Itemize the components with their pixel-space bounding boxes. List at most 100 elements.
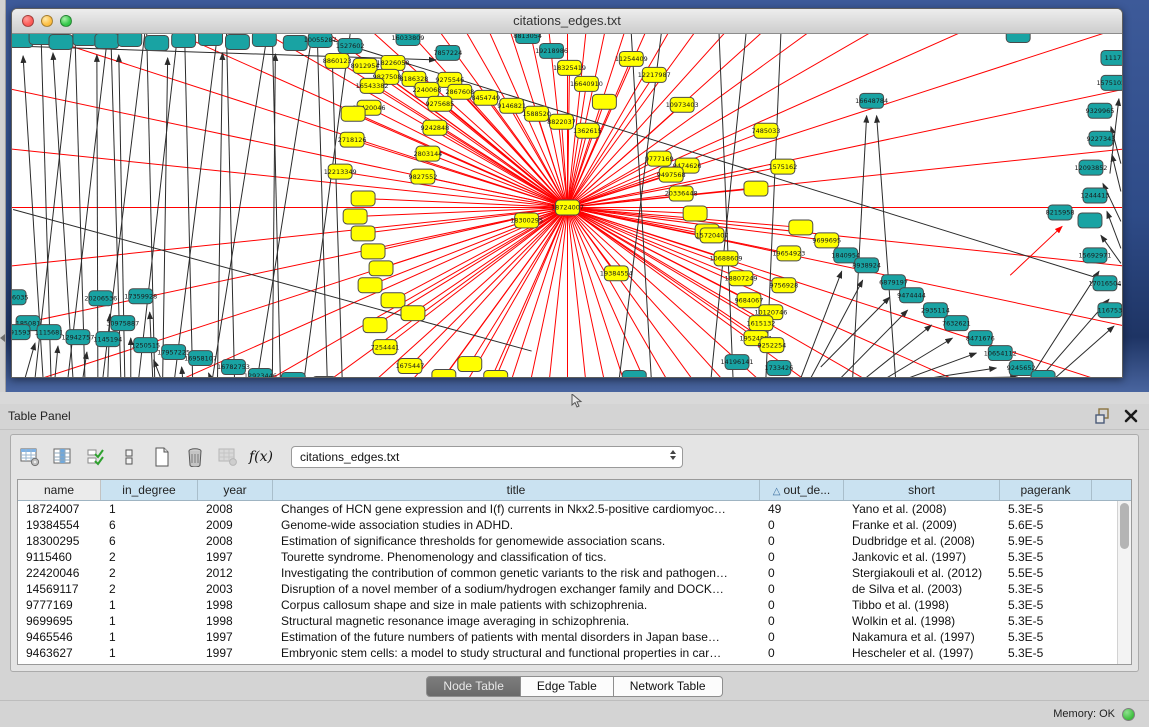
tab-network-table[interactable]: Network Table xyxy=(614,676,723,697)
network-node[interactable]: 9275685 xyxy=(425,96,454,111)
network-node[interactable]: 9227343 xyxy=(1087,131,1116,146)
network-node[interactable]: 30975887 xyxy=(106,316,139,331)
network-node[interactable]: 20206536 xyxy=(84,291,117,306)
table-selector-dropdown[interactable]: citations_edges.txt xyxy=(291,446,683,468)
network-node[interactable]: 1244413 xyxy=(1081,188,1110,203)
network-node[interactable] xyxy=(1078,213,1102,228)
network-node[interactable] xyxy=(401,306,425,321)
network-node[interactable] xyxy=(49,34,73,49)
network-node[interactable] xyxy=(592,94,616,109)
network-node[interactable] xyxy=(361,244,385,259)
network-node[interactable]: 10055287 xyxy=(304,34,337,47)
column-header-short[interactable]: short xyxy=(844,480,1000,500)
network-edge[interactable] xyxy=(209,373,211,378)
network-edge[interactable] xyxy=(97,55,98,378)
network-node[interactable] xyxy=(199,34,223,45)
network-node[interactable]: 12942757 xyxy=(61,330,94,345)
network-node[interactable] xyxy=(622,371,646,378)
network-node[interactable]: 2526035 xyxy=(12,290,29,305)
network-edge[interactable] xyxy=(352,140,567,208)
network-node[interactable] xyxy=(358,278,382,293)
network-node[interactable]: 19218986 xyxy=(535,43,568,58)
network-node[interactable]: 1615132 xyxy=(747,316,776,331)
network-edge[interactable] xyxy=(841,310,908,378)
network-node[interactable]: 17359928 xyxy=(124,289,157,304)
network-node[interactable] xyxy=(351,226,375,241)
network-edge[interactable] xyxy=(317,34,327,378)
network-node[interactable]: 2803144 xyxy=(413,146,442,161)
network-edge[interactable] xyxy=(298,207,568,378)
network-node[interactable]: 15692971 xyxy=(1078,248,1111,263)
network-node[interactable] xyxy=(343,209,367,224)
network-edge[interactable] xyxy=(631,34,651,378)
network-edge[interactable] xyxy=(567,207,1122,378)
network-node[interactable]: 15751024 xyxy=(1096,75,1122,90)
table-row[interactable]: 2242004622012Investigating the contribut… xyxy=(18,565,1117,581)
network-node[interactable]: 9827552 xyxy=(409,169,438,184)
table-row[interactable]: 977716911998Corpus callosum shape and si… xyxy=(18,597,1117,613)
network-edge[interactable] xyxy=(960,377,1017,378)
network-node[interactable] xyxy=(145,35,169,50)
column-header-title[interactable]: title xyxy=(273,480,760,500)
network-edge[interactable] xyxy=(887,338,953,378)
network-node[interactable]: 18807249 xyxy=(725,271,758,286)
network-edge[interactable] xyxy=(1055,326,1114,378)
network-edge[interactable] xyxy=(25,343,35,378)
network-node[interactable]: 12093852 xyxy=(1075,160,1108,175)
network-node[interactable]: 16543382 xyxy=(356,78,389,93)
network-node[interactable]: 8938924 xyxy=(852,258,881,273)
network-edge[interactable] xyxy=(619,34,661,378)
float-panel-icon[interactable] xyxy=(1095,408,1111,424)
network-edge[interactable] xyxy=(369,108,567,208)
network-edge[interactable] xyxy=(75,34,85,378)
memory-status-icon[interactable] xyxy=(1122,708,1135,721)
network-node[interactable]: 1117 xyxy=(1101,50,1122,65)
network-node[interactable] xyxy=(341,106,365,121)
table-row[interactable]: 1456911722003Disruption of a novel membe… xyxy=(18,581,1117,597)
network-edge[interactable] xyxy=(257,34,312,378)
table-row[interactable]: 946362711997Embryonic stem cells: a mode… xyxy=(18,645,1117,661)
network-node[interactable]: 9777169 xyxy=(645,151,674,166)
network-node[interactable]: 8471676 xyxy=(966,331,995,346)
network-node[interactable]: 20336448 xyxy=(665,186,698,201)
network-node[interactable] xyxy=(484,371,508,378)
table-row[interactable]: 1830029562008Estimation of significance … xyxy=(18,533,1117,549)
network-edge[interactable] xyxy=(213,34,268,378)
network-node[interactable]: 1250515 xyxy=(131,338,160,353)
table-row[interactable]: 946554611997Estimation of the future num… xyxy=(18,629,1117,645)
network-node[interactable] xyxy=(381,293,405,308)
network-node[interactable]: 9684067 xyxy=(735,293,764,308)
network-node[interactable] xyxy=(351,191,375,206)
network-edge[interactable] xyxy=(175,34,218,378)
tab-node-table[interactable]: Node Table xyxy=(426,676,521,697)
network-node[interactable]: 9242848 xyxy=(420,120,449,135)
toggle-rows-icon[interactable] xyxy=(118,446,140,468)
network-node[interactable]: 16648784 xyxy=(855,93,888,108)
network-node[interactable] xyxy=(789,220,813,235)
column-header-pagerank[interactable]: pagerank xyxy=(1000,480,1092,500)
network-node[interactable]: 9497568 xyxy=(657,167,686,182)
network-node[interactable]: 12923446 xyxy=(244,369,277,378)
network-node[interactable]: 2718126 xyxy=(338,132,367,147)
network-node[interactable]: 15720407 xyxy=(696,228,729,243)
network-node[interactable] xyxy=(281,373,305,378)
network-node[interactable] xyxy=(252,34,276,46)
column-header-name[interactable]: name xyxy=(18,480,101,500)
network-edge[interactable] xyxy=(353,114,567,208)
network-node[interactable]: 16033809 xyxy=(391,34,424,45)
network-edge[interactable] xyxy=(444,207,568,377)
select-all-icon[interactable] xyxy=(85,446,107,468)
network-node[interactable] xyxy=(1031,371,1055,378)
network-edge[interactable] xyxy=(866,325,932,378)
network-node[interactable]: 14196141 xyxy=(721,355,754,370)
network-node[interactable]: 18724007 xyxy=(551,200,584,215)
network-edge[interactable] xyxy=(68,34,108,378)
network-node[interactable]: 1362615 xyxy=(573,123,602,138)
network-node[interactable]: 16640910 xyxy=(570,76,603,91)
network-node[interactable]: 1733426 xyxy=(764,361,793,376)
create-column-icon[interactable] xyxy=(151,446,173,468)
network-node[interactable]: 9756928 xyxy=(769,278,798,293)
network-edge[interactable] xyxy=(226,34,234,378)
network-node[interactable] xyxy=(369,261,393,276)
table-row[interactable]: 1872400712008Changes of HCN gene express… xyxy=(18,501,1117,517)
